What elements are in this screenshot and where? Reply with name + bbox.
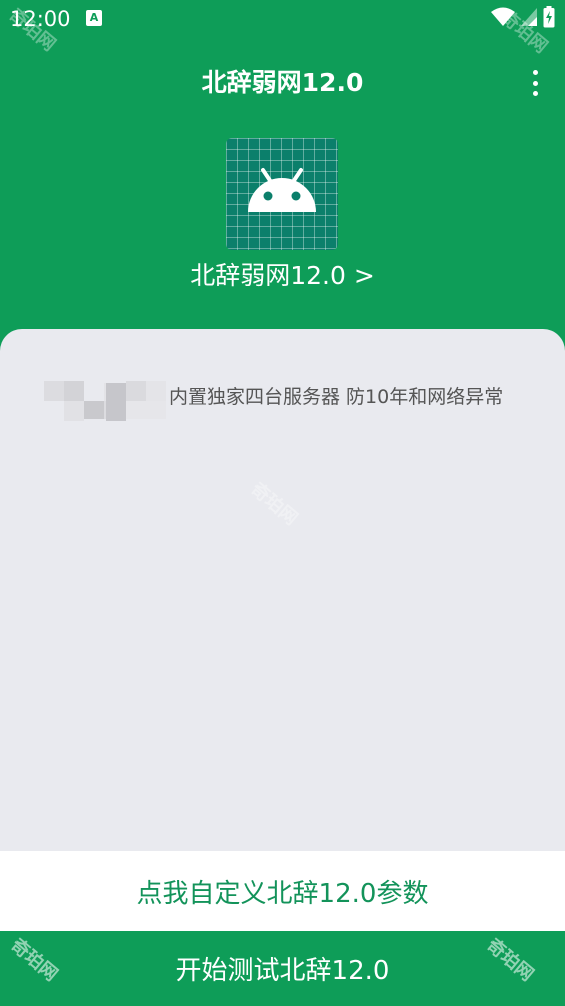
custom-params-label: 点我自定义北辞12.0参数 xyxy=(136,878,429,909)
status-bar: 12:00 A xyxy=(0,0,565,38)
notification-app-icon: A xyxy=(86,10,102,26)
app-bar: 北辞弱网12.0 xyxy=(0,38,565,126)
app-bar-title: 北辞弱网12.0 xyxy=(201,68,364,97)
app-screen: 12:00 A 北辞弱网12.0 北辞弱网12.0 > 内置独家四台服务器 防1… xyxy=(0,0,565,1006)
start-test-button[interactable]: 开始测试北辞12.0 xyxy=(0,931,565,1006)
start-test-label: 开始测试北辞12.0 xyxy=(175,956,390,986)
more-vert-icon xyxy=(532,70,538,75)
more-options-button[interactable] xyxy=(523,68,547,98)
android-icon xyxy=(248,168,316,212)
app-launcher-icon[interactable] xyxy=(226,138,338,250)
notice-text: 内置独家四台服务器 防10年和网络异常 xyxy=(169,386,504,408)
custom-params-button[interactable]: 点我自定义北辞12.0参数 xyxy=(0,851,565,931)
app-details-link[interactable]: 北辞弱网12.0 > xyxy=(0,258,565,294)
blurred-redacted-text xyxy=(44,381,168,421)
battery-charging-icon xyxy=(543,6,555,32)
